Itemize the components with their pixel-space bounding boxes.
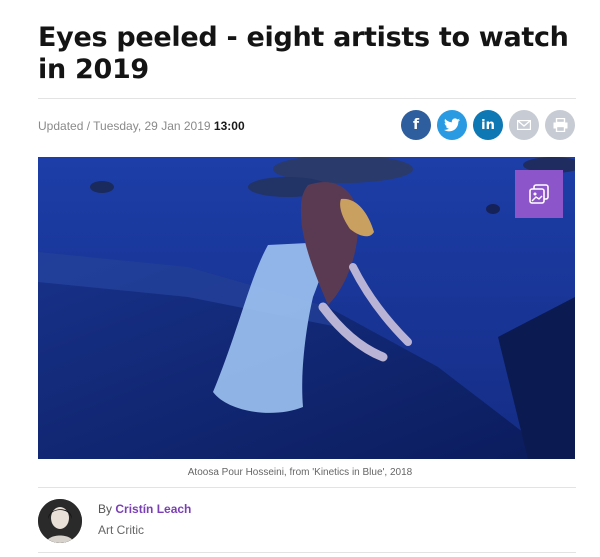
author-link[interactable]: Cristín Leach xyxy=(115,502,191,516)
divider xyxy=(38,98,576,99)
share-bar: f in xyxy=(401,110,575,140)
divider xyxy=(38,552,576,553)
gallery-button[interactable] xyxy=(515,170,563,218)
updated-date: Updated / Tuesday, 29 Jan 2019 xyxy=(38,119,211,133)
email-icon xyxy=(517,120,531,130)
print-button[interactable] xyxy=(545,110,575,140)
article-meta: Updated / Tuesday, 29 Jan 2019 13:00 xyxy=(38,119,245,133)
facebook-share-button[interactable]: f xyxy=(401,110,431,140)
author-photo xyxy=(38,499,82,543)
hero-image xyxy=(38,157,575,459)
byline-prefix: By xyxy=(98,502,113,516)
article-title: Eyes peeled - eight artists to watch in … xyxy=(38,22,569,85)
print-icon xyxy=(553,118,567,132)
hero-image-artwork xyxy=(38,157,575,459)
twitter-icon xyxy=(444,118,460,132)
email-share-button[interactable] xyxy=(509,110,539,140)
linkedin-share-button[interactable]: in xyxy=(473,110,503,140)
divider xyxy=(38,487,576,488)
image-caption: Atoosa Pour Hosseini, from 'Kinetics in … xyxy=(187,467,413,478)
linkedin-icon: in xyxy=(481,117,495,133)
updated-time: 13:00 xyxy=(213,119,245,133)
byline: By Cristín Leach xyxy=(98,502,191,516)
gallery-icon xyxy=(529,184,549,204)
facebook-icon: f xyxy=(412,117,420,133)
twitter-share-button[interactable] xyxy=(437,110,467,140)
author-role: Art Critic xyxy=(98,523,144,537)
author-avatar[interactable] xyxy=(38,499,82,543)
